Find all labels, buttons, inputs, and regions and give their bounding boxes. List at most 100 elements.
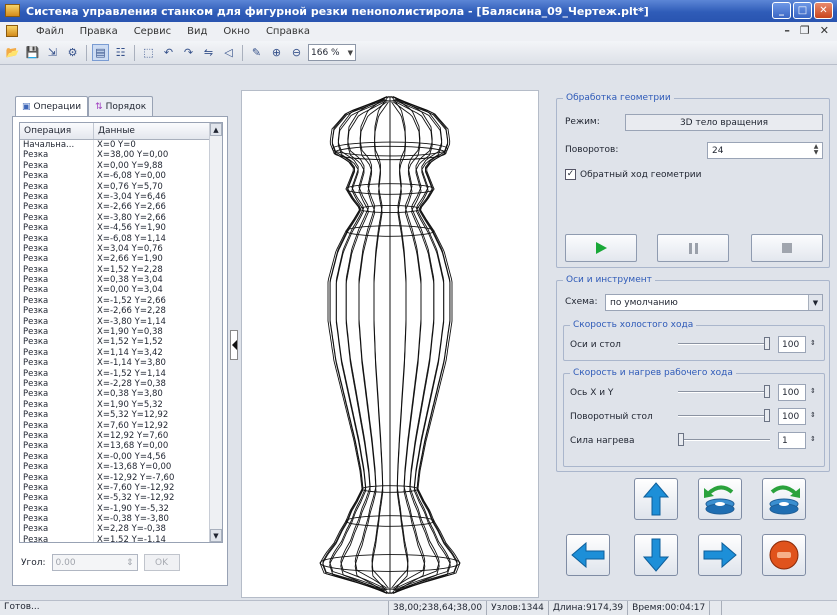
rotate-ccw-button[interactable] [698, 478, 742, 520]
table-row[interactable]: Резка X=1,90 Y=0,38 [20, 327, 222, 338]
pause-button[interactable] [657, 234, 729, 262]
table-row[interactable]: Резка X=0,38 Y=3,80 [20, 389, 222, 400]
stop-button[interactable] [751, 234, 823, 262]
table-row[interactable]: Резка X=-2,66 Y=2,28 [20, 306, 222, 317]
table-row[interactable]: Резка X=7,60 Y=12,92 [20, 420, 222, 431]
table-row[interactable]: Резка X=3,04 Y=0,76 [20, 243, 222, 255]
table-row[interactable]: Резка X=13,68 Y=0,00 [20, 441, 222, 452]
xy-speed-input[interactable]: 100 [778, 384, 806, 401]
tab-order[interactable]: ⇅ Порядок [88, 96, 154, 116]
mirror-icon[interactable]: ⇋ [200, 44, 217, 61]
table-row[interactable]: Резка X=2,28 Y=-0,38 [20, 524, 222, 535]
rotate-right-icon[interactable]: ↷ [180, 44, 197, 61]
table-row[interactable]: Резка X=-13,68 Y=0,00 [20, 462, 222, 473]
tab-operations[interactable]: ▣ Операции [15, 96, 89, 117]
table-row[interactable]: Резка X=1,52 Y=1,52 [20, 337, 222, 348]
table-row[interactable]: Резка X=0,00 Y=3,04 [20, 285, 222, 296]
turns-spinner-icon[interactable]: ▲ ▼ [811, 144, 821, 157]
table-row[interactable]: Резка X=-2,66 Y=2,66 [20, 202, 222, 213]
select-icon[interactable]: ⬚ [140, 44, 157, 61]
column-header-operation[interactable]: Операция [20, 123, 94, 139]
settings-icon[interactable]: ⚙ [64, 44, 81, 61]
table-row[interactable]: Резка X=-0,00 Y=4,56 [20, 451, 222, 463]
table-row[interactable]: Резка X=1,14 Y=3,42 [20, 347, 222, 359]
zoom-in-icon[interactable]: ⊕ [268, 44, 285, 61]
rotary-speed-input[interactable]: 100 [778, 408, 806, 425]
menu-service[interactable]: Сервис [126, 25, 179, 38]
spin-icon[interactable]: ⇕ [126, 558, 134, 568]
reverse-checkbox-row[interactable]: ✓ Обратный ход геометрии [565, 169, 701, 180]
table-row[interactable]: Начальна... X=0 Y=0 [20, 140, 222, 151]
menu-view[interactable]: Вид [179, 25, 215, 38]
table-row[interactable]: Резка X=-1,90 Y=-5,32 [20, 503, 222, 515]
table-row[interactable]: Резка X=-0,38 Y=-3,80 [20, 514, 222, 525]
minimize-button[interactable]: _ [772, 2, 791, 19]
table-row[interactable]: Резка X=-3,80 Y=1,14 [20, 316, 222, 328]
open-folder-icon[interactable]: 📂 [4, 44, 21, 61]
table-row[interactable]: Резка X=-6,08 Y=0,00 [20, 171, 222, 182]
spinner-icon[interactable]: ⇕ [810, 387, 816, 395]
spinner-icon[interactable]: ⇕ [810, 411, 816, 419]
play-button[interactable] [565, 234, 637, 262]
table-row[interactable]: Резка X=-2,28 Y=0,38 [20, 378, 222, 390]
zoom-select[interactable]: 166 % ▼ [308, 44, 356, 61]
menu-window[interactable]: Окно [215, 25, 258, 38]
reverse-checkbox[interactable]: ✓ [565, 169, 576, 180]
scroll-down-icon[interactable]: ▼ [210, 529, 222, 542]
spinner-icon[interactable]: ⇕ [810, 435, 816, 443]
rotary-speed-slider[interactable] [678, 409, 770, 423]
turns-input[interactable]: 24 ▲ ▼ [707, 142, 823, 159]
menu-edit[interactable]: Правка [72, 25, 126, 38]
move-up-button[interactable] [634, 478, 678, 520]
drawing-canvas[interactable] [241, 90, 539, 598]
save-icon[interactable]: 💾 [24, 44, 41, 61]
idle-speed-slider[interactable] [678, 337, 770, 351]
slider-thumb[interactable] [764, 385, 770, 398]
slider-thumb[interactable] [764, 409, 770, 422]
heat-input[interactable]: 1 [778, 432, 806, 449]
table-row[interactable]: Резка X=-5,32 Y=-12,92 [20, 493, 222, 504]
panel-splitter[interactable] [230, 330, 238, 360]
spinner-icon[interactable]: ⇕ [810, 339, 816, 347]
table-row[interactable]: Резка X=38,00 Y=0,00 [20, 150, 222, 161]
table-row[interactable]: Резка X=2,66 Y=1,90 [20, 254, 222, 265]
idle-speed-input[interactable]: 100 [778, 336, 806, 353]
angle-input[interactable]: 0.00 ⇕ [51, 554, 138, 571]
doc-close-button[interactable]: ✕ [820, 24, 829, 37]
zoom-out-icon[interactable]: ⊖ [288, 44, 305, 61]
table-row[interactable]: Резка X=1,52 Y=-1,14 [20, 534, 222, 542]
table-row[interactable]: Резка X=-4,56 Y=1,90 [20, 223, 222, 234]
column-header-data[interactable]: Данные [94, 123, 210, 139]
table-row[interactable]: Резка X=1,52 Y=2,28 [20, 264, 222, 276]
table-scrollbar[interactable]: ▲ ▼ [209, 123, 222, 542]
maximize-button[interactable]: □ [793, 2, 812, 19]
doc-minimize-button[interactable]: – [784, 24, 790, 37]
table-row[interactable]: Резка X=-7,60 Y=-12,92 [20, 482, 222, 494]
close-button[interactable]: ✕ [814, 2, 833, 19]
scroll-up-icon[interactable]: ▲ [210, 123, 222, 136]
menu-file[interactable]: Файл [28, 25, 72, 38]
operations-view-icon[interactable]: ▤ [92, 44, 109, 61]
table-row[interactable]: Резка X=5,32 Y=12,92 [20, 410, 222, 421]
heat-slider[interactable] [678, 433, 770, 447]
table-row[interactable]: Резка X=-1,52 Y=2,66 [20, 295, 222, 307]
heater-toggle-button[interactable] [762, 534, 806, 576]
table-row[interactable]: Резка X=0,00 Y=9,88 [20, 160, 222, 172]
table-row[interactable]: Резка X=-1,52 Y=1,14 [20, 368, 222, 379]
slider-thumb[interactable] [678, 433, 684, 446]
flip-icon[interactable]: ◁ [220, 44, 237, 61]
rotate-cw-button[interactable] [762, 478, 806, 520]
import-icon[interactable]: ⇲ [44, 44, 61, 61]
slider-thumb[interactable] [764, 337, 770, 350]
scheme-select[interactable]: по умолчанию ▼ [605, 294, 823, 311]
table-row[interactable]: Резка X=1,90 Y=5,32 [20, 399, 222, 411]
table-row[interactable]: Резка X=12,92 Y=7,60 [20, 430, 222, 442]
xy-speed-slider[interactable] [678, 385, 770, 399]
table-row[interactable]: Резка X=-12,92 Y=-7,60 [20, 472, 222, 483]
table-row[interactable]: Резка X=-3,04 Y=6,46 [20, 191, 222, 203]
move-down-button[interactable] [634, 534, 678, 576]
ok-button[interactable]: OK [143, 554, 180, 571]
pen-icon[interactable]: ✎ [248, 44, 265, 61]
doc-restore-button[interactable]: ❐ [800, 24, 810, 37]
table-row[interactable]: Резка X=0,38 Y=3,04 [20, 275, 222, 286]
